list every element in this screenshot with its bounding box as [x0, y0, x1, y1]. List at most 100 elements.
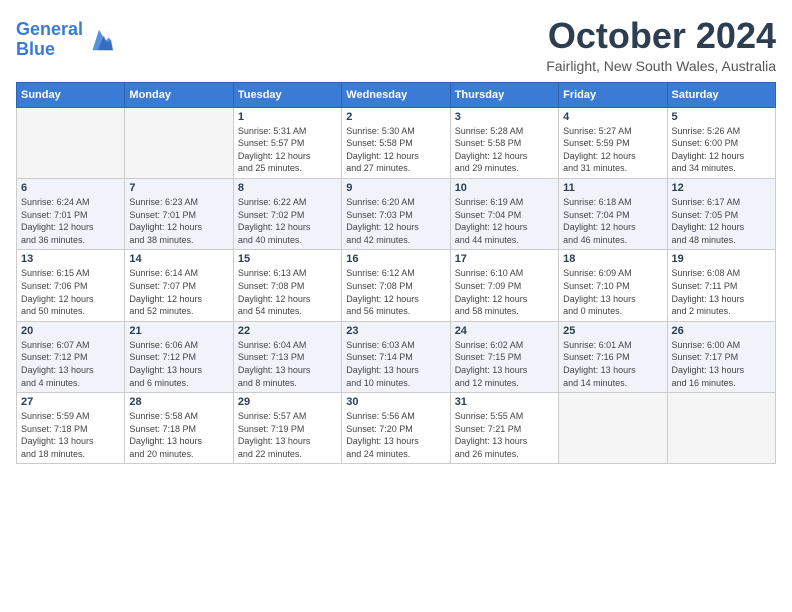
header-friday: Friday [559, 82, 667, 107]
calendar-cell: 18Sunrise: 6:09 AM Sunset: 7:10 PM Dayli… [559, 250, 667, 321]
calendar-cell: 23 Sunrise: 6:03 AM Sunset: 7:14 PM Dayli… [342, 321, 450, 392]
day-number: 1 [238, 111, 337, 123]
day-number: 24 [455, 325, 554, 337]
day-number: 23 [346, 325, 445, 337]
day-number: 31 [455, 396, 554, 408]
day-info: Sunrise: 6:15 AM Sunset: 7:06 PM Dayligh… [21, 267, 120, 317]
day-info: Sunrise: 5:58 AM Sunset: 7:18 PM Dayligh… [129, 410, 228, 460]
logo-blue: Blue [16, 39, 55, 59]
day-info: Sunrise: 6:18 AM Sunset: 7:04 PM Dayligh… [563, 196, 662, 246]
day-number: 5 [672, 111, 771, 123]
calendar-cell: 25 Sunrise: 6:01 AM Sunset: 7:16 PM Dayli… [559, 321, 667, 392]
day-number: 29 [238, 396, 337, 408]
day-info: Sunrise: 5:30 AM Sunset: 5:58 PM Dayligh… [346, 125, 445, 175]
page-header: General Blue October 2024 Fairlight, New… [16, 16, 776, 74]
calendar-cell [17, 107, 125, 178]
location-subtitle: Fairlight, New South Wales, Australia [546, 58, 776, 74]
calendar-cell: 1Sunrise: 5:31 AM Sunset: 5:57 PM Daylig… [233, 107, 341, 178]
day-info: Sunrise: 5:26 AM Sunset: 6:00 PM Dayligh… [672, 125, 771, 175]
day-number: 6 [21, 182, 120, 194]
day-number: 11 [563, 182, 662, 194]
calendar-cell: 9Sunrise: 6:20 AM Sunset: 7:03 PM Daylig… [342, 178, 450, 249]
day-number: 28 [129, 396, 228, 408]
calendar-cell: 15 Sunrise: 6:13 AM Sunset: 7:08 PM Dayli… [233, 250, 341, 321]
calendar-cell: 17Sunrise: 6:10 AM Sunset: 7:09 PM Dayli… [450, 250, 558, 321]
day-number: 25 [563, 325, 662, 337]
calendar-cell: 21Sunrise: 6:06 AM Sunset: 7:12 PM Dayli… [125, 321, 233, 392]
calendar-cell: 7 Sunrise: 6:23 AM Sunset: 7:01 PM Daylig… [125, 178, 233, 249]
calendar-cell: 12 Sunrise: 6:17 AM Sunset: 7:05 PM Dayli… [667, 178, 775, 249]
calendar-table: SundayMondayTuesdayWednesdayThursdayFrid… [16, 82, 776, 465]
day-info: Sunrise: 6:10 AM Sunset: 7:09 PM Dayligh… [455, 267, 554, 317]
day-info: Sunrise: 5:57 AM Sunset: 7:19 PM Dayligh… [238, 410, 337, 460]
day-info: Sunrise: 6:24 AM Sunset: 7:01 PM Dayligh… [21, 196, 120, 246]
calendar-cell [559, 393, 667, 464]
day-info: Sunrise: 6:07 AM Sunset: 7:12 PM Dayligh… [21, 339, 120, 389]
day-info: Sunrise: 6:08 AM Sunset: 7:11 PM Dayligh… [672, 267, 771, 317]
calendar-week-row: 27 Sunrise: 5:59 AM Sunset: 7:18 PM Dayli… [17, 393, 776, 464]
calendar-cell: 26Sunrise: 6:00 AM Sunset: 7:17 PM Dayli… [667, 321, 775, 392]
calendar-cell: 22Sunrise: 6:04 AM Sunset: 7:13 PM Dayli… [233, 321, 341, 392]
calendar-cell: 11 Sunrise: 6:18 AM Sunset: 7:04 PM Dayli… [559, 178, 667, 249]
header-monday: Monday [125, 82, 233, 107]
day-number: 20 [21, 325, 120, 337]
calendar-cell: 3 Sunrise: 5:28 AM Sunset: 5:58 PM Daylig… [450, 107, 558, 178]
day-info: Sunrise: 6:04 AM Sunset: 7:13 PM Dayligh… [238, 339, 337, 389]
day-number: 3 [455, 111, 554, 123]
day-number: 21 [129, 325, 228, 337]
header-tuesday: Tuesday [233, 82, 341, 107]
calendar-cell: 24 Sunrise: 6:02 AM Sunset: 7:15 PM Dayli… [450, 321, 558, 392]
day-number: 30 [346, 396, 445, 408]
day-info: Sunrise: 5:59 AM Sunset: 7:18 PM Dayligh… [21, 410, 120, 460]
day-info: Sunrise: 6:03 AM Sunset: 7:14 PM Dayligh… [346, 339, 445, 389]
day-info: Sunrise: 6:23 AM Sunset: 7:01 PM Dayligh… [129, 196, 228, 246]
calendar-week-row: 13 Sunrise: 6:15 AM Sunset: 7:06 PM Dayli… [17, 250, 776, 321]
day-number: 12 [672, 182, 771, 194]
calendar-week-row: 1Sunrise: 5:31 AM Sunset: 5:57 PM Daylig… [17, 107, 776, 178]
day-number: 4 [563, 111, 662, 123]
day-info: Sunrise: 6:02 AM Sunset: 7:15 PM Dayligh… [455, 339, 554, 389]
calendar-cell: 28 Sunrise: 5:58 AM Sunset: 7:18 PM Dayli… [125, 393, 233, 464]
day-info: Sunrise: 5:56 AM Sunset: 7:20 PM Dayligh… [346, 410, 445, 460]
logo-general: General [16, 19, 83, 39]
day-info: Sunrise: 6:17 AM Sunset: 7:05 PM Dayligh… [672, 196, 771, 246]
calendar-cell: 27 Sunrise: 5:59 AM Sunset: 7:18 PM Dayli… [17, 393, 125, 464]
month-title: October 2024 [546, 16, 776, 56]
day-number: 13 [21, 253, 120, 265]
header-saturday: Saturday [667, 82, 775, 107]
calendar-cell: 6 Sunrise: 6:24 AM Sunset: 7:01 PM Daylig… [17, 178, 125, 249]
day-info: Sunrise: 6:13 AM Sunset: 7:08 PM Dayligh… [238, 267, 337, 317]
day-number: 10 [455, 182, 554, 194]
logo-text: General Blue [16, 20, 83, 60]
header-sunday: Sunday [17, 82, 125, 107]
calendar-cell: 14Sunrise: 6:14 AM Sunset: 7:07 PM Dayli… [125, 250, 233, 321]
calendar-cell: 2 Sunrise: 5:30 AM Sunset: 5:58 PM Daylig… [342, 107, 450, 178]
calendar-cell: 13 Sunrise: 6:15 AM Sunset: 7:06 PM Dayli… [17, 250, 125, 321]
day-number: 19 [672, 253, 771, 265]
logo: General Blue [16, 20, 113, 60]
day-info: Sunrise: 6:19 AM Sunset: 7:04 PM Dayligh… [455, 196, 554, 246]
day-number: 27 [21, 396, 120, 408]
day-number: 2 [346, 111, 445, 123]
day-info: Sunrise: 6:20 AM Sunset: 7:03 PM Dayligh… [346, 196, 445, 246]
calendar-header-row: SundayMondayTuesdayWednesdayThursdayFrid… [17, 82, 776, 107]
calendar-cell: 4Sunrise: 5:27 AM Sunset: 5:59 PM Daylig… [559, 107, 667, 178]
calendar-cell: 10 Sunrise: 6:19 AM Sunset: 7:04 PM Dayli… [450, 178, 558, 249]
calendar-week-row: 20 Sunrise: 6:07 AM Sunset: 7:12 PM Dayli… [17, 321, 776, 392]
day-number: 7 [129, 182, 228, 194]
calendar-cell [667, 393, 775, 464]
calendar-cell: 31Sunrise: 5:55 AM Sunset: 7:21 PM Dayli… [450, 393, 558, 464]
calendar-cell: 30 Sunrise: 5:56 AM Sunset: 7:20 PM Dayli… [342, 393, 450, 464]
calendar-week-row: 6 Sunrise: 6:24 AM Sunset: 7:01 PM Daylig… [17, 178, 776, 249]
calendar-cell: 20 Sunrise: 6:07 AM Sunset: 7:12 PM Dayli… [17, 321, 125, 392]
calendar-cell [125, 107, 233, 178]
day-number: 14 [129, 253, 228, 265]
calendar-cell: 29 Sunrise: 5:57 AM Sunset: 7:19 PM Dayli… [233, 393, 341, 464]
day-info: Sunrise: 6:01 AM Sunset: 7:16 PM Dayligh… [563, 339, 662, 389]
day-number: 16 [346, 253, 445, 265]
header-wednesday: Wednesday [342, 82, 450, 107]
day-info: Sunrise: 6:12 AM Sunset: 7:08 PM Dayligh… [346, 267, 445, 317]
day-info: Sunrise: 5:28 AM Sunset: 5:58 PM Dayligh… [455, 125, 554, 175]
calendar-cell: 8Sunrise: 6:22 AM Sunset: 7:02 PM Daylig… [233, 178, 341, 249]
day-number: 15 [238, 253, 337, 265]
